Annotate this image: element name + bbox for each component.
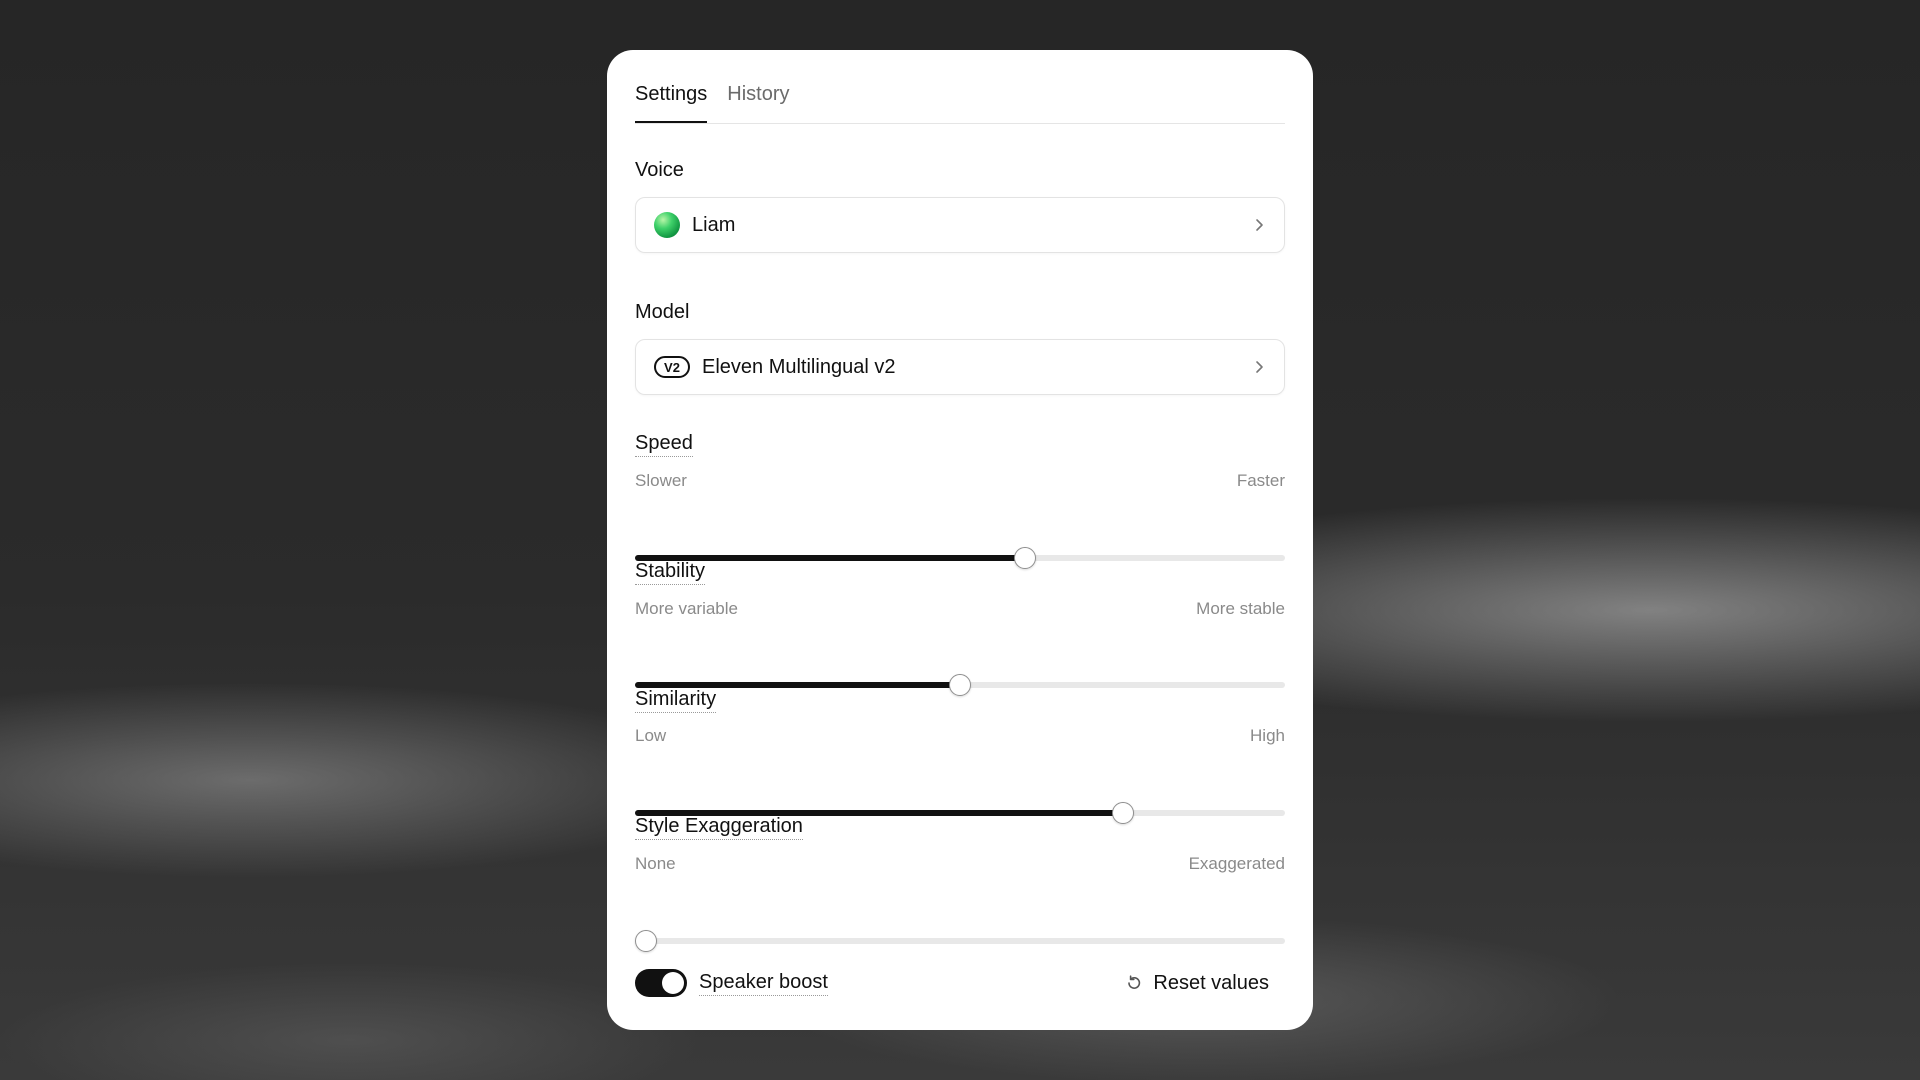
stability-slider[interactable] — [635, 674, 1285, 696]
speaker-boost-control: Speaker boost — [635, 969, 828, 997]
speed-range-labels: Slower Faster — [635, 471, 1285, 491]
similarity-range-labels: Low High — [635, 726, 1285, 746]
toggle-knob — [662, 972, 684, 994]
stability-min-label: More variable — [635, 599, 738, 618]
slider-thumb[interactable] — [1111, 802, 1134, 824]
style-exaggeration-slider[interactable] — [635, 930, 1285, 952]
tab-history[interactable]: History — [727, 83, 789, 122]
slider-thumb[interactable] — [1014, 547, 1036, 569]
speaker-boost-label: Speaker boost — [699, 971, 828, 996]
style-exaggeration-label: Style Exaggeration — [635, 815, 803, 840]
chevron-right-icon — [1256, 361, 1263, 373]
slider-thumb[interactable] — [635, 930, 657, 952]
similarity-max-label: High — [1250, 726, 1285, 745]
style-min-label: None — [635, 854, 676, 873]
model-label: Model — [635, 301, 690, 323]
voice-label: Voice — [635, 159, 684, 181]
style-max-label: Exaggerated — [1188, 854, 1285, 873]
footer: Speaker boost Reset values — [635, 968, 1285, 998]
similarity-min-label: Low — [635, 726, 667, 745]
slider-track — [635, 938, 1285, 944]
slider-thumb[interactable] — [949, 674, 971, 696]
speed-slider[interactable] — [635, 547, 1285, 569]
stability-max-label: More stable — [1196, 599, 1285, 618]
tab-bar: Settings History — [635, 50, 1285, 124]
speaker-boost-toggle[interactable] — [635, 969, 687, 997]
speed-min-label: Slower — [635, 471, 687, 490]
voice-value: Liam — [692, 213, 736, 236]
model-value: Eleven Multilingual v2 — [702, 355, 896, 378]
stability-range-labels: More variable More stable — [635, 599, 1285, 619]
stability-label: Stability — [635, 560, 706, 585]
model-select[interactable]: V2 Eleven Multilingual v2 — [635, 339, 1285, 395]
voice-avatar — [654, 212, 680, 238]
speed-max-label: Faster — [1236, 471, 1285, 490]
reset-values-button[interactable]: Reset values — [1125, 972, 1269, 995]
reset-values-label: Reset values — [1153, 971, 1269, 994]
tab-settings[interactable]: Settings — [635, 83, 708, 123]
speed-label: Speed — [635, 432, 693, 457]
style-range-labels: None Exaggerated — [635, 854, 1285, 874]
model-version-badge: V2 — [654, 356, 690, 378]
similarity-label: Similarity — [635, 688, 717, 713]
voice-select[interactable]: Liam — [635, 197, 1285, 253]
reset-icon — [1128, 975, 1141, 989]
voice-settings-panel: Settings History Voice Liam Model V2 Ele… — [607, 50, 1313, 1030]
chevron-right-icon — [1256, 219, 1263, 231]
